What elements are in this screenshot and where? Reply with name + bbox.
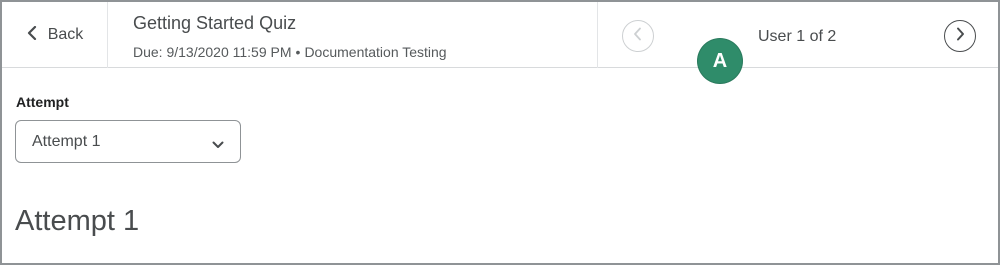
page-title: Getting Started Quiz [133,13,297,33]
user-navigation: User 1 of 2 [597,2,998,68]
attempt-select[interactable]: Attempt 1 [15,120,241,163]
previous-user-button[interactable] [622,20,654,52]
course-name: Documentation Testing [304,44,447,60]
due-date: Due: 9/13/2020 11:59 PM [133,44,292,60]
header-bar: Back Getting Started Quiz Due: 9/13/2020… [2,2,998,68]
app-frame: Back Getting Started Quiz Due: 9/13/2020… [0,0,1000,265]
attempt-heading: Attempt 1 [15,205,140,237]
back-label: Back [47,26,84,43]
attempt-select-value: Attempt 1 [32,132,101,150]
back-button[interactable]: Back [2,2,108,68]
separator: • [295,44,301,60]
title-block: Getting Started Quiz Due: 9/13/2020 11:5… [133,11,593,60]
callout-badge: A [698,39,742,83]
attempt-label: Attempt [16,94,69,110]
circle-chevron-left-icon [633,27,643,46]
chevron-down-icon [212,137,224,148]
due-line: Due: 9/13/2020 11:59 PM • Documentation Te… [133,44,593,60]
circle-chevron-right-icon [955,27,965,46]
next-user-button[interactable] [944,20,976,52]
chevron-left-icon [26,25,38,45]
user-position: User 1 of 2 [758,28,837,45]
